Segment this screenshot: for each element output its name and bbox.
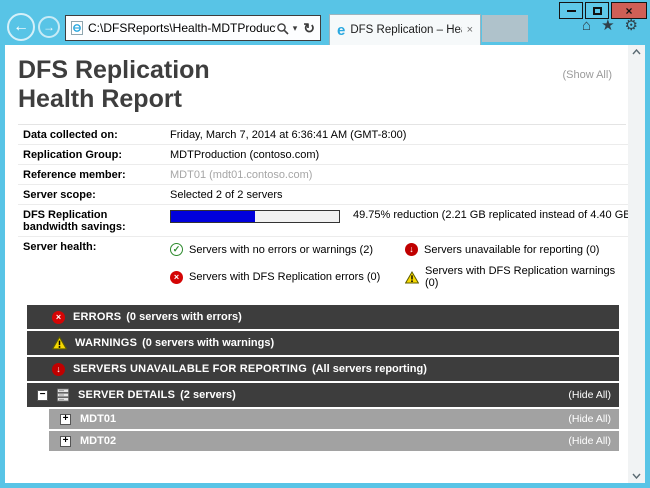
tab-title: DFS Replication – Health Re... bbox=[350, 24, 461, 36]
page-favicon-icon bbox=[71, 21, 83, 35]
health-item-warnings: Servers with DFS Replication warnings (0… bbox=[405, 265, 628, 289]
field-label: Server health: bbox=[23, 241, 170, 253]
health-item-errors: × Servers with DFS Replication errors (0… bbox=[170, 265, 405, 289]
ie-logo-icon: e bbox=[337, 23, 345, 38]
bandwidth-progress-fill bbox=[171, 211, 255, 222]
report-page: DFS Replication Health Report (Show All)… bbox=[5, 45, 628, 483]
hide-all-link[interactable]: (Hide All) bbox=[568, 413, 611, 425]
field-value: Selected 2 of 2 servers bbox=[170, 189, 283, 201]
maximize-icon bbox=[593, 7, 602, 15]
hide-all-link[interactable]: (Hide All) bbox=[568, 435, 611, 447]
browser-window: × ← → C:\DFSReports\Health-MDTProduction… bbox=[0, 0, 650, 488]
warning-triangle-icon bbox=[52, 336, 67, 350]
health-item-text: Servers with no errors or warnings (2) bbox=[189, 244, 373, 256]
section-title: WARNINGS bbox=[75, 337, 137, 349]
field-label: Reference member: bbox=[23, 169, 170, 181]
health-summary-grid: ✓ Servers with no errors or warnings (2)… bbox=[170, 241, 628, 295]
settings-gear-icon[interactable]: ⚙ bbox=[625, 18, 638, 33]
page-title: DFS Replication Health Report bbox=[18, 56, 628, 114]
section-detail: (0 servers with errors) bbox=[126, 311, 242, 323]
health-item-text: Servers with DFS Replication warnings (0… bbox=[425, 265, 628, 289]
field-row-bandwidth-savings: DFS Replication bandwidth savings: 49.75… bbox=[18, 205, 628, 237]
hide-all-link[interactable]: (Hide All) bbox=[568, 389, 611, 401]
minimize-button[interactable] bbox=[559, 2, 583, 19]
field-row-data-collected: Data collected on: Friday, March 7, 2014… bbox=[18, 125, 628, 145]
bandwidth-progress-bar bbox=[170, 210, 340, 223]
new-tab-button[interactable] bbox=[482, 15, 528, 42]
maximize-button[interactable] bbox=[585, 2, 609, 19]
window-controls: × bbox=[557, 2, 647, 19]
page-content: DFS Replication Health Report (Show All)… bbox=[5, 45, 645, 483]
section-errors[interactable]: × ERRORS (0 servers with errors) bbox=[27, 305, 619, 329]
section-title: SERVER DETAILS bbox=[78, 389, 175, 401]
browser-toolbar-icons: ⌂ ★ ⚙ bbox=[582, 18, 638, 33]
minimize-icon bbox=[567, 10, 576, 12]
section-detail: (All servers reporting) bbox=[312, 363, 427, 375]
field-label: Replication Group: bbox=[23, 149, 170, 161]
field-label: DFS Replication bandwidth savings: bbox=[23, 209, 170, 233]
bandwidth-text: 49.75% reduction (2.21 GB replicated ins… bbox=[353, 209, 628, 221]
refresh-icon[interactable]: ↻ bbox=[303, 20, 315, 37]
server-row-mdt02[interactable]: + MDT02 (Hide All) bbox=[49, 431, 619, 451]
vertical-scrollbar[interactable] bbox=[628, 45, 645, 483]
field-label: Data collected on: bbox=[23, 129, 170, 141]
server-row-mdt01[interactable]: + MDT01 (Hide All) bbox=[49, 409, 619, 429]
collapse-toggle-icon[interactable]: − bbox=[37, 390, 48, 401]
health-item-text: Servers with DFS Replication errors (0) bbox=[189, 271, 380, 283]
forward-button[interactable]: → bbox=[38, 16, 60, 38]
unavailable-circle-icon: ↓ bbox=[405, 243, 418, 256]
section-unavailable[interactable]: ↓ SERVERS UNAVAILABLE FOR REPORTING (All… bbox=[27, 357, 619, 381]
report-sections: × ERRORS (0 servers with errors) WARNING… bbox=[27, 305, 619, 451]
field-value: MDT01 (mdt01.contoso.com) bbox=[170, 169, 312, 181]
section-title: SERVERS UNAVAILABLE FOR REPORTING bbox=[73, 363, 307, 375]
section-title: ERRORS bbox=[73, 311, 121, 323]
server-icon bbox=[56, 388, 70, 402]
browser-tab[interactable]: e DFS Replication – Health Re... × bbox=[329, 14, 481, 45]
forward-arrow-icon: → bbox=[43, 20, 55, 34]
health-item-text: Servers unavailable for reporting (0) bbox=[424, 244, 599, 256]
back-button[interactable]: ← bbox=[7, 13, 35, 41]
scroll-down-icon[interactable] bbox=[632, 473, 641, 479]
tab-close-icon[interactable]: × bbox=[467, 24, 473, 36]
error-circle-icon: × bbox=[170, 271, 183, 284]
expand-toggle-icon[interactable]: + bbox=[60, 436, 71, 447]
section-detail: (2 servers) bbox=[180, 389, 236, 401]
field-value: MDTProduction (contoso.com) bbox=[170, 149, 319, 161]
field-row-reference-member: Reference member: MDT01 (mdt01.contoso.c… bbox=[18, 165, 628, 185]
unavailable-circle-icon: ↓ bbox=[52, 363, 65, 376]
expand-toggle-icon[interactable]: + bbox=[60, 414, 71, 425]
server-name: MDT01 bbox=[80, 413, 116, 425]
field-row-replication-group: Replication Group: MDTProduction (contos… bbox=[18, 145, 628, 165]
error-circle-icon: × bbox=[52, 311, 65, 324]
health-item-ok: ✓ Servers with no errors or warnings (2) bbox=[170, 243, 405, 256]
field-row-server-health: Server health: ✓ Servers with no errors … bbox=[18, 237, 628, 298]
search-icon[interactable] bbox=[276, 22, 289, 35]
warning-triangle-icon bbox=[405, 271, 419, 284]
scroll-up-icon[interactable] bbox=[632, 49, 641, 55]
section-warnings[interactable]: WARNINGS (0 servers with warnings) bbox=[27, 331, 619, 355]
home-icon[interactable]: ⌂ bbox=[582, 18, 591, 33]
health-item-unavailable: ↓ Servers unavailable for reporting (0) bbox=[405, 243, 628, 256]
close-icon: × bbox=[625, 4, 632, 18]
server-name: MDT02 bbox=[80, 435, 116, 447]
section-detail: (0 servers with warnings) bbox=[142, 337, 274, 349]
field-value: Friday, March 7, 2014 at 6:36:41 AM (GMT… bbox=[170, 129, 406, 141]
field-label: Server scope: bbox=[23, 189, 170, 201]
address-bar[interactable]: C:\DFSReports\Health-MDTProduction-07Ma … bbox=[65, 15, 321, 41]
show-all-link[interactable]: (Show All) bbox=[562, 69, 612, 81]
favorites-star-icon[interactable]: ★ bbox=[601, 18, 614, 33]
field-row-server-scope: Server scope: Selected 2 of 2 servers bbox=[18, 185, 628, 205]
back-arrow-icon: ← bbox=[13, 18, 29, 36]
close-window-button[interactable]: × bbox=[611, 2, 647, 19]
address-dropdown-icon[interactable]: ▾ bbox=[293, 23, 298, 34]
check-circle-icon: ✓ bbox=[170, 243, 183, 256]
url-text[interactable]: C:\DFSReports\Health-MDTProduction-07Ma bbox=[88, 21, 276, 35]
section-server-details[interactable]: − SERVER DETAILS (2 servers) (Hide All) bbox=[27, 383, 619, 407]
